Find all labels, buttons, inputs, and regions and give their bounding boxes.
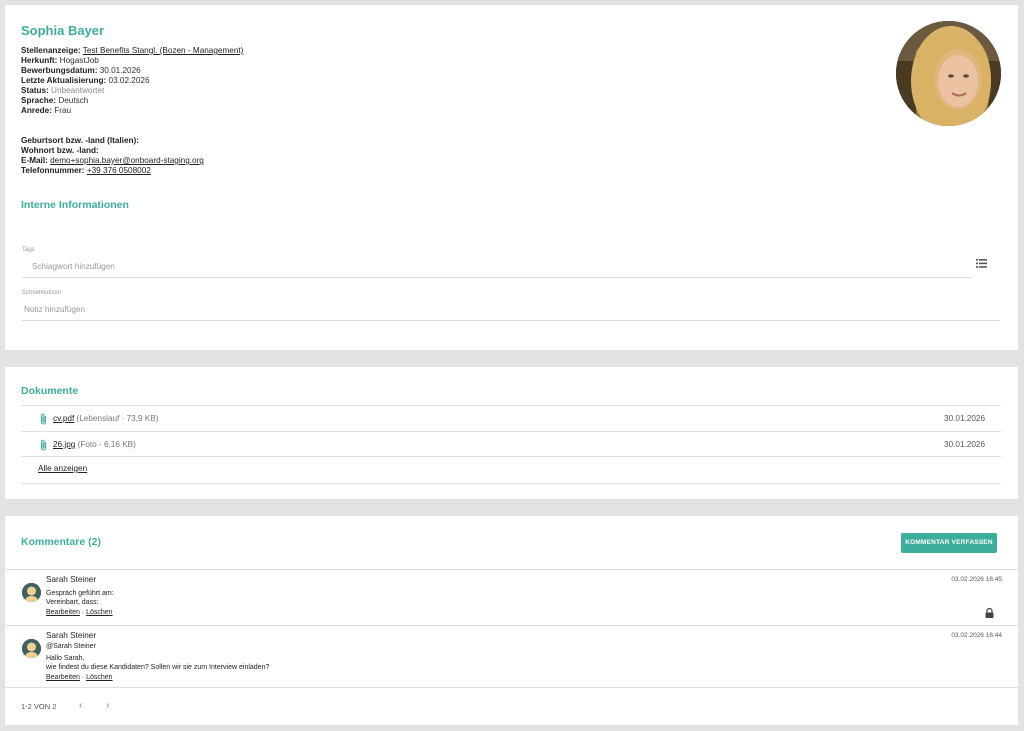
internal-info-title: Interne Informationen [21, 199, 129, 211]
notes-label: Schnellnotizen [22, 290, 62, 296]
phone-label: Telefonnummer: [21, 166, 85, 175]
phone-row: Telefonnummer: +39 376 0508002 [21, 166, 204, 176]
list-icon[interactable] [976, 259, 987, 268]
document-link[interactable]: 26.jpg [53, 440, 75, 449]
email-row: E-Mail: demo+sophia.bayer@onboard-stagin… [21, 156, 204, 166]
comment-text: @Sarah Steiner Hallo Sarah, wie findest … [46, 642, 269, 672]
birthplace-label: Geburtsort bzw. -land (Italien): [21, 136, 139, 145]
applied-label: Bewerbungsdatum: [21, 66, 98, 75]
comment-mention: @Sarah Steiner [46, 643, 96, 650]
divider [5, 687, 1018, 688]
candidate-photo [896, 21, 1001, 126]
language-label: Sprache: [21, 96, 57, 105]
document-meta: (Lebenslauf · 73,9 KB) [76, 414, 159, 423]
updated-label: Letzte Aktualisierung: [21, 76, 107, 85]
edit-comment-link[interactable]: Bearbeiten [46, 609, 80, 616]
origin-label: Herkunft: [21, 56, 58, 65]
chevron-right-icon[interactable]: › [106, 700, 109, 711]
tags-input[interactable]: Schlagwort hinzufügen [22, 262, 972, 278]
residence-label: Wohnort bzw. -land: [21, 146, 99, 155]
show-all-link[interactable]: Alle anzeigen [38, 464, 87, 473]
candidate-name: Sophia Bayer [21, 23, 105, 38]
status-label: Status: [21, 86, 49, 95]
status-value: Unbeantwortet [51, 86, 105, 95]
comments-card [5, 516, 1018, 725]
language-value: Deutsch [58, 96, 89, 105]
updated-row: Letzte Aktualisierung: 03.02.2026 [21, 76, 243, 86]
comment-line: wie findest du diese Kandidaten? Sollen … [46, 664, 270, 671]
contact-info: Geburtsort bzw. -land (Italien): Wohnort… [21, 136, 204, 176]
divider [5, 569, 1018, 570]
comments-title: Kommentare (2) [21, 536, 101, 548]
origin-row: Herkunft: HogastJob [21, 56, 243, 66]
phone-link[interactable]: +39 376 0508002 [87, 166, 151, 175]
applied-value: 30.01.2026 [99, 66, 141, 75]
document-row[interactable]: cv.pdf (Lebenslauf · 73,9 KB) 30.01.2026 [21, 405, 1001, 431]
avatar [22, 639, 41, 658]
divider [5, 625, 1018, 626]
updated-value: 03.02.2026 [108, 76, 150, 85]
comment-author: Sarah Steiner [46, 631, 97, 640]
document-name: cv.pdf (Lebenslauf · 73,9 KB) [53, 414, 158, 423]
language-row: Sprache: Deutsch [21, 96, 243, 106]
paperclip-icon [41, 439, 46, 451]
paperclip-icon [41, 413, 46, 425]
candidate-info: Stellenanzeige: Test Benefits Stangl. (B… [21, 46, 243, 116]
documents-title: Dokumente [21, 385, 79, 397]
chevron-left-icon[interactable]: ‹ [79, 700, 82, 711]
comment-line: Vereinbart, dass: [46, 599, 99, 606]
comment-line: Hallo Sarah, [46, 655, 85, 662]
document-date: 30.01.2026 [944, 414, 985, 423]
edit-comment-link[interactable]: Bearbeiten [46, 674, 80, 681]
document-link[interactable]: cv.pdf [53, 414, 74, 423]
comment-line: Gespräch geführt am: [46, 590, 114, 597]
salutation-label: Anrede: [21, 106, 52, 115]
show-all-row: Alle anzeigen [21, 456, 1001, 484]
status-row: Status: Unbeantwortet [21, 86, 243, 96]
comment-text: Gespräch geführt am: Vereinbart, dass: [46, 589, 114, 607]
salutation-value: Frau [54, 106, 72, 115]
comment-author: Sarah Steiner [46, 575, 97, 584]
email-label: E-Mail: [21, 156, 48, 165]
document-meta: (Foto · 6,16 KB) [77, 440, 136, 449]
birthplace-row: Geburtsort bzw. -land (Italien): [21, 136, 204, 146]
job-ad-row: Stellenanzeige: Test Benefits Stangl. (B… [21, 46, 243, 56]
applied-row: Bewerbungsdatum: 30.01.2026 [21, 66, 243, 76]
write-comment-button[interactable]: KOMMENTAR VERFASSEN [901, 533, 997, 553]
document-date: 30.01.2026 [944, 440, 985, 449]
job-ad-link[interactable]: Test Benefits Stangl. (Bozen - Managemen… [83, 46, 244, 55]
origin-value: HogastJob [59, 56, 99, 65]
comment-actions: Bearbeiten · Löschen [46, 674, 113, 681]
lock-icon [985, 608, 994, 618]
tags-label: Tags [22, 247, 35, 253]
notes-input[interactable]: Notiz hinzufügen [22, 305, 1000, 321]
avatar [22, 583, 41, 602]
comment-actions: Bearbeiten · Löschen [46, 609, 113, 616]
notes-placeholder: Notiz hinzufügen [24, 305, 85, 314]
salutation-row: Anrede: Frau [21, 106, 243, 116]
job-ad-label: Stellenanzeige: [21, 46, 81, 55]
comment-date: 03.02.2026 16:45 [951, 576, 1002, 583]
document-name: 26.jpg (Foto · 6,16 KB) [53, 440, 136, 449]
delete-comment-link[interactable]: Löschen [86, 609, 112, 616]
tags-placeholder: Schlagwort hinzufügen [32, 262, 115, 271]
comment-date: 03.02.2026 16:44 [951, 632, 1002, 639]
delete-comment-link[interactable]: Löschen [86, 674, 112, 681]
pagination-label: 1-2 VON 2 [21, 702, 57, 711]
residence-row: Wohnort bzw. -land: [21, 146, 204, 156]
document-row[interactable]: 26.jpg (Foto · 6,16 KB) 30.01.2026 [21, 431, 1001, 457]
email-link[interactable]: demo+sophia.bayer@onboard-staging.org [50, 156, 204, 165]
